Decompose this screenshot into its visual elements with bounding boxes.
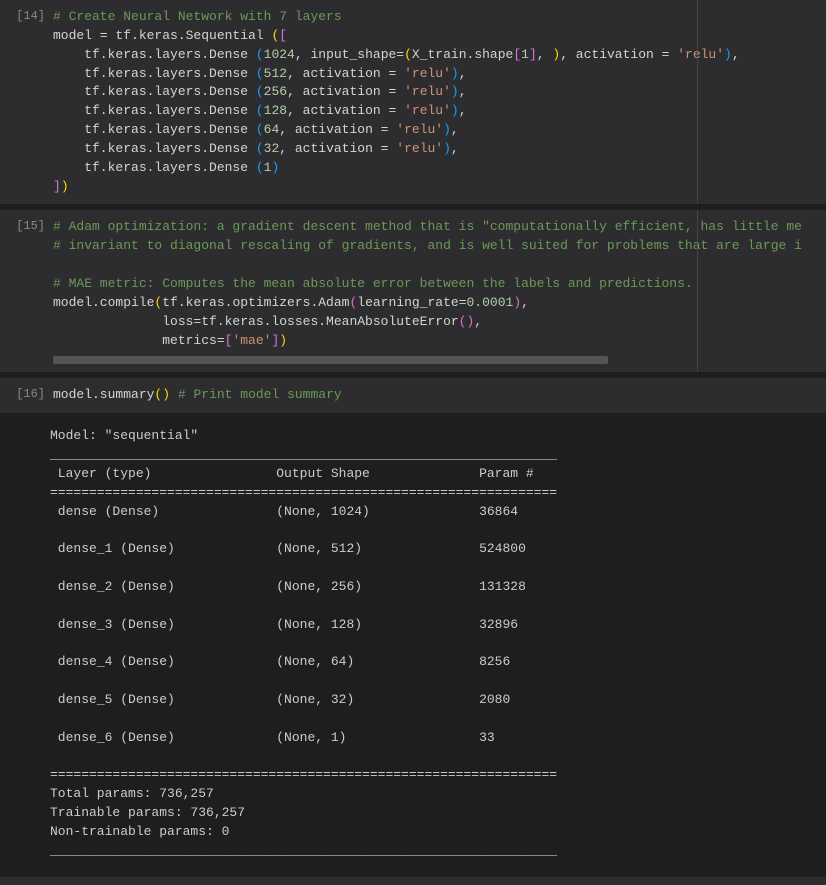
output-cell-16: Model: "sequential" ____________________… bbox=[0, 419, 826, 870]
code-cell-14[interactable]: [14] # Create Neural Network with 7 laye… bbox=[0, 0, 826, 204]
code-cell-16[interactable]: [16] model.summary() # Print model summa… bbox=[0, 378, 826, 413]
horizontal-scrollbar[interactable] bbox=[53, 356, 608, 364]
cell-prompt: [15] bbox=[3, 218, 53, 364]
next-cell-edge bbox=[0, 877, 826, 885]
code-area[interactable]: # Adam optimization: a gradient descent … bbox=[53, 218, 826, 364]
cell-prompt: [14] bbox=[3, 8, 53, 196]
model-summary-output: Model: "sequential" ____________________… bbox=[50, 425, 826, 860]
ruler-line bbox=[697, 210, 698, 372]
code-cell-15[interactable]: [15] # Adam optimization: a gradient des… bbox=[0, 210, 826, 372]
output-prompt bbox=[0, 425, 50, 860]
cell-prompt: [16] bbox=[3, 386, 53, 405]
code-area[interactable]: model.summary() # Print model summary bbox=[53, 386, 826, 405]
ruler-line bbox=[697, 0, 698, 204]
code-area[interactable]: # Create Neural Network with 7 layers mo… bbox=[53, 8, 826, 196]
